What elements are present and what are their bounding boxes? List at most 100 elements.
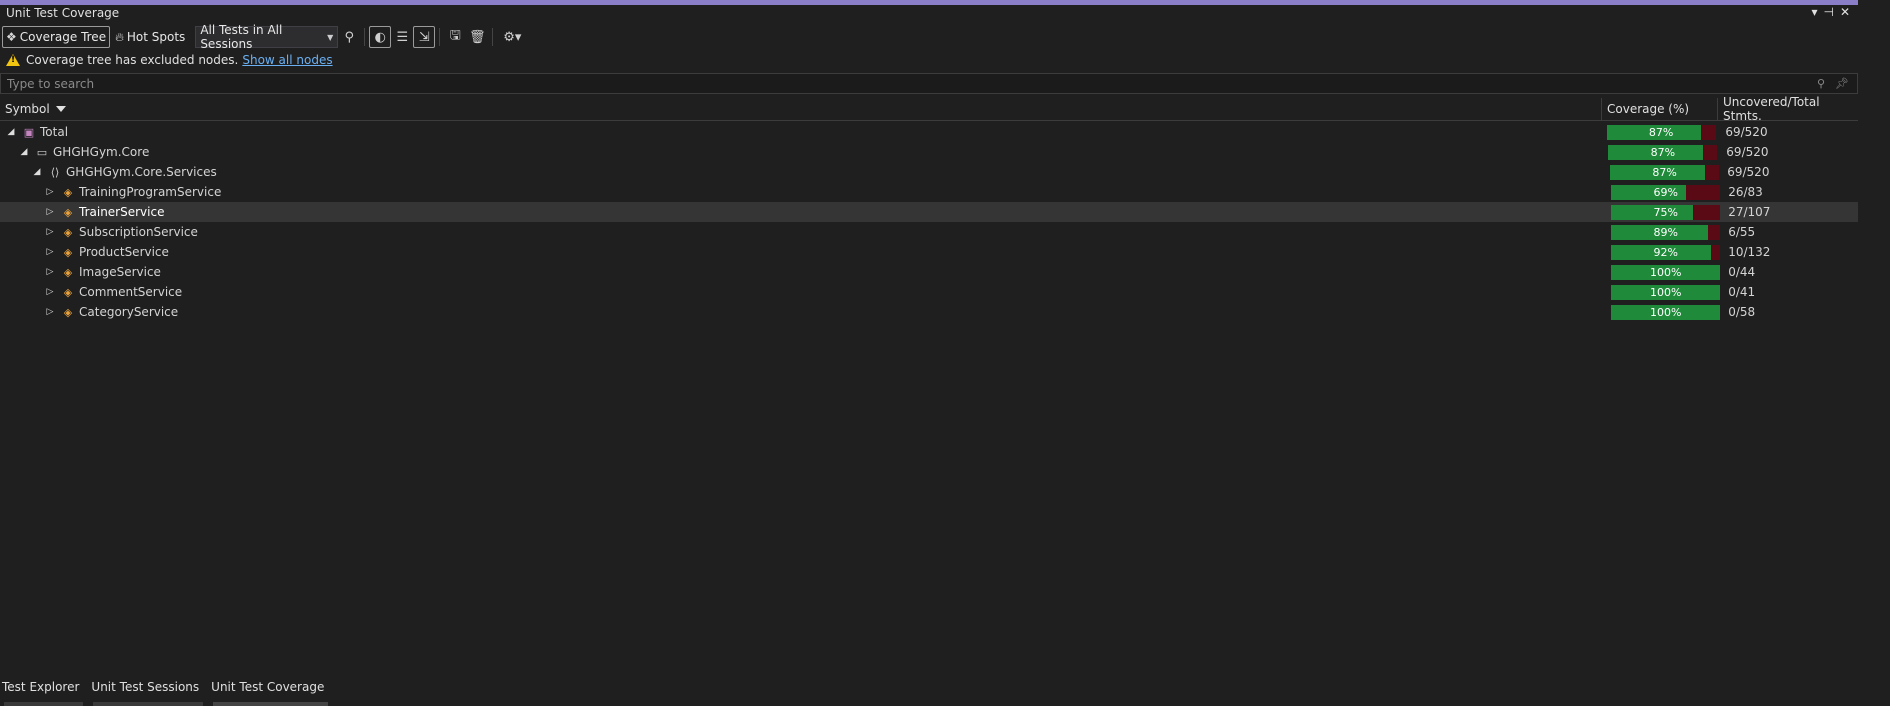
tree-row[interactable]: ◢ ▭ GHGHGym.Core 87% 69/520: [0, 142, 1858, 162]
coverage-column-label: Coverage (%): [1607, 102, 1690, 116]
close-icon[interactable]: ✕: [1840, 5, 1850, 19]
class-icon: ◈: [63, 225, 73, 239]
delete-button[interactable]: 🗑︎: [466, 26, 488, 48]
coverage-bar: 100%: [1611, 304, 1721, 320]
search-options-icon[interactable]: ⚲: [1817, 77, 1825, 90]
tree-row[interactable]: ▷ ◈ ProductService 92% 10/132: [0, 242, 1858, 262]
highlight-code-button[interactable]: ◐: [369, 26, 392, 48]
uncovered-column-label: Uncovered/Total Stmts.: [1723, 95, 1820, 123]
coverage-bar: 75%: [1611, 204, 1721, 220]
tab-unit-test-sessions[interactable]: Unit Test Sessions: [89, 680, 207, 706]
symbol-label: CommentService: [79, 285, 183, 299]
coverage-percent: 87%: [1650, 145, 1676, 159]
coverage-cell: 75%: [1606, 202, 1721, 222]
coverage-bar: 89%: [1611, 224, 1721, 240]
uncovered-statements: 69/520: [1726, 145, 1769, 159]
show-statements-button[interactable]: ☰: [391, 26, 413, 48]
class-icon: ◈: [63, 285, 73, 299]
search-input[interactable]: [1, 75, 1817, 92]
save-button[interactable]: 🖫︎: [444, 26, 466, 48]
expand-node-icon[interactable]: ▷: [44, 207, 56, 217]
coverage-tree-label: Coverage Tree: [19, 30, 107, 44]
coverage-tree-icon: ❖: [6, 30, 17, 44]
expand-node-icon[interactable]: ▷: [44, 267, 56, 277]
expand-node-icon[interactable]: ▷: [44, 287, 56, 297]
coverage-cell: 87%: [1605, 162, 1720, 182]
tree-row[interactable]: ▷ ◈ CategoryService 100% 0/58: [0, 302, 1858, 322]
tab-label: Unit Test Coverage: [211, 680, 325, 694]
uncovered-statements: 6/55: [1728, 225, 1756, 239]
coverage-tree-button[interactable]: ❖ Coverage Tree: [2, 26, 111, 48]
toolbar-separator: [492, 28, 494, 46]
expand-node-icon[interactable]: ▷: [44, 247, 56, 257]
coverage-column-header[interactable]: Coverage (%): [1601, 98, 1717, 120]
coverage-bar: 92%: [1611, 244, 1721, 260]
symbol-cell: ▷ ◈ SubscriptionService: [0, 222, 1606, 242]
hot-spots-button[interactable]: 🔥︎ Hot Spots: [112, 26, 188, 48]
tree-row[interactable]: ▷ ◈ TrainingProgramService 69% 26/83: [0, 182, 1858, 202]
expand-node-icon[interactable]: ▷: [44, 187, 56, 197]
tab-indicator: [93, 702, 204, 706]
sort-desc-icon: [55, 106, 66, 112]
uncovered-column-header[interactable]: Uncovered/Total Stmts.: [1717, 95, 1858, 123]
show-all-nodes-link[interactable]: Show all nodes: [242, 53, 332, 67]
collapse-button[interactable]: ⇲: [413, 26, 436, 48]
expand-node-icon[interactable]: ▷: [44, 307, 56, 317]
tab-label: Unit Test Sessions: [91, 680, 200, 694]
pin-search-icon[interactable]: 📌︎: [1835, 77, 1849, 90]
uncovered-statements: 69/520: [1725, 125, 1768, 139]
expand-node-icon[interactable]: ▷: [44, 227, 56, 237]
filter-button[interactable]: ⚲: [338, 26, 360, 48]
coverage-cell: 87%: [1603, 142, 1718, 162]
window-title: Unit Test Coverage: [6, 6, 120, 20]
coverage-cell: 69%: [1606, 182, 1721, 202]
statements-icon: ☰: [396, 29, 409, 45]
solution-icon: ▣: [23, 125, 35, 139]
symbol-cell: ▷ ◈ CategoryService: [0, 302, 1606, 322]
search-options: ⚲ 📌︎: [1817, 77, 1857, 90]
warning-message: Coverage tree has excluded nodes.: [26, 53, 239, 67]
symbol-label: ImageService: [79, 265, 161, 279]
symbol-label: SubscriptionService: [79, 225, 198, 239]
session-select[interactable]: All Tests in All Sessions ▼: [195, 23, 339, 51]
uncovered-statements: 0/44: [1728, 265, 1756, 279]
uncovered-statements: 10/132: [1728, 245, 1771, 259]
symbol-cell: ◢ ▣ Total: [0, 122, 1602, 142]
pin-icon[interactable]: ⊣: [1823, 5, 1833, 19]
tab-indicator: [213, 702, 329, 706]
symbol-cell: ◢ ▭ GHGHGym.Core: [0, 142, 1603, 162]
coverage-bar: 87%: [1608, 144, 1718, 160]
toolbar-separator: [439, 28, 441, 46]
collapse-node-icon[interactable]: ◢: [31, 167, 43, 177]
warning-icon: [6, 54, 20, 66]
tree-row[interactable]: ▷ ◈ CommentService 100% 0/41: [0, 282, 1858, 302]
tree-row[interactable]: ◢ ▣ Total 87% 69/520: [0, 122, 1858, 142]
collapse-node-icon[interactable]: ◢: [18, 147, 30, 157]
toolbar: ❖ Coverage Tree 🔥︎ Hot Spots All Tests i…: [0, 23, 1858, 51]
symbol-label: ProductService: [79, 245, 169, 259]
coverage-percent: 100%: [1649, 305, 1682, 319]
uncovered-statements: 27/107: [1728, 205, 1771, 219]
uncovered-statements: 26/83: [1728, 185, 1763, 199]
collapse-node-icon[interactable]: ◢: [5, 127, 17, 137]
tree-row[interactable]: ◢ ⟨⟩ GHGHGym.Core.Services 87% 69/520: [0, 162, 1858, 182]
symbol-column-header[interactable]: Symbol: [0, 98, 1601, 120]
tree-row[interactable]: ▷ ◈ TrainerService 75% 27/107: [0, 202, 1858, 222]
symbol-label: GHGHGym.Core: [53, 145, 150, 159]
tree-row[interactable]: ▷ ◈ ImageService 100% 0/44: [0, 262, 1858, 282]
window-menu-icon[interactable]: ▾: [1811, 5, 1817, 19]
coverage-percent: 100%: [1649, 285, 1682, 299]
coverage-percent: 89%: [1653, 225, 1678, 239]
tab-test-explorer[interactable]: Test Explorer: [0, 680, 87, 706]
namespace-icon: ⟨⟩: [50, 165, 60, 179]
coverage-bar: 87%: [1610, 164, 1720, 180]
class-icon: ◈: [63, 305, 73, 319]
coverage-cell: 100%: [1606, 282, 1721, 302]
export-button[interactable]: ⚙▾: [497, 26, 527, 48]
coverage-cell: 100%: [1606, 302, 1721, 322]
symbol-cell: ▷ ◈ ProductService: [0, 242, 1606, 262]
tab-unit-test-coverage[interactable]: Unit Test Coverage: [209, 680, 332, 706]
save-icon: 🖫︎: [449, 28, 461, 43]
coverage-cell: 100%: [1606, 262, 1721, 282]
tree-row[interactable]: ▷ ◈ SubscriptionService 89% 6/55: [0, 222, 1858, 242]
